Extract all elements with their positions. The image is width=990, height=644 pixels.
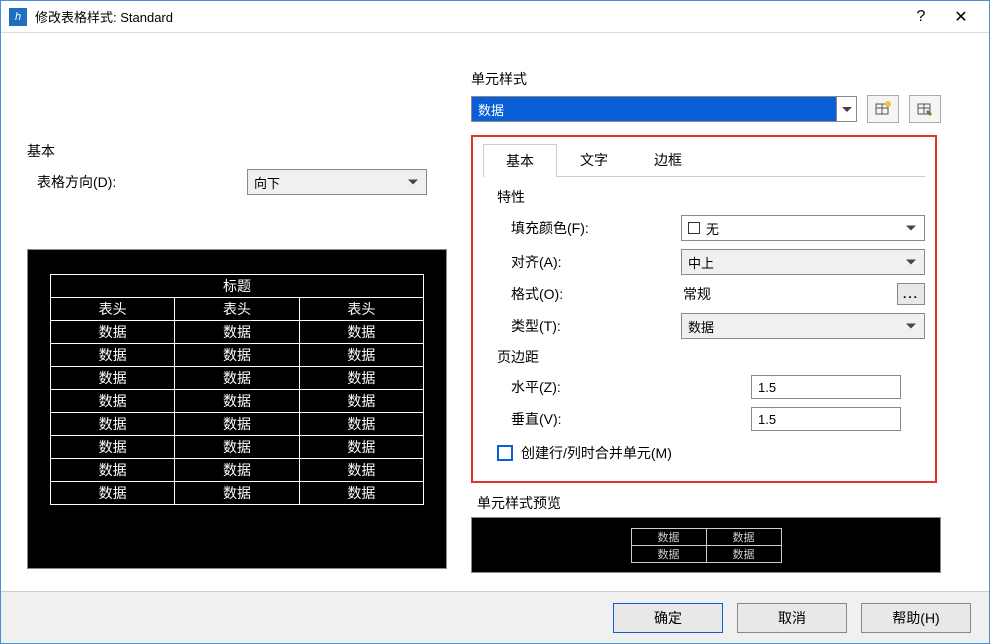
tab-border[interactable]: 边框: [631, 143, 705, 176]
preview-data-cell: 数据: [51, 344, 175, 367]
preview-title-cell: 标题: [51, 275, 424, 298]
table-direction-dropdown[interactable]: 向下: [247, 169, 427, 195]
cancel-button[interactable]: 取消: [737, 603, 847, 633]
preview-data-cell: 数据: [175, 390, 299, 413]
preview-data-cell: 数据: [51, 436, 175, 459]
preview-data-cell: 数据: [175, 436, 299, 459]
preview-header-cell: 表头: [299, 298, 423, 321]
close-button[interactable]: ✕: [941, 3, 981, 31]
cell-style-preview-label: 单元样式预览: [477, 493, 941, 513]
vertical-margin-label: 垂直(V):: [511, 409, 751, 429]
preview-data-cell: 数据: [299, 367, 423, 390]
table-new-icon: [874, 100, 892, 118]
app-icon: h: [9, 8, 27, 26]
format-more-button[interactable]: ...: [897, 283, 925, 305]
highlighted-frame: 基本 文字 边框 特性 填充颜色(F): 无 对齐(A): 中上: [471, 135, 937, 483]
cell-style-value: 数据: [478, 100, 504, 119]
preview-data-cell: 数据: [175, 459, 299, 482]
preview-data-cell: 数据: [51, 321, 175, 344]
preview2-cell: 数据: [706, 528, 781, 545]
table-direction-label: 表格方向(D):: [27, 172, 247, 192]
manage-cell-styles-button[interactable]: [909, 95, 941, 123]
preview-data-cell: 数据: [299, 390, 423, 413]
type-dropdown[interactable]: 数据: [681, 313, 925, 339]
preview2-cell: 数据: [706, 545, 781, 562]
preview-data-cell: 数据: [51, 390, 175, 413]
preview-data-cell: 数据: [175, 344, 299, 367]
dialog-footer: 确定 取消 帮助(H): [1, 591, 989, 643]
preview-data-cell: 数据: [175, 413, 299, 436]
preview-data-cell: 数据: [51, 482, 175, 505]
fill-color-label: 填充颜色(F):: [511, 218, 681, 238]
preview-data-cell: 数据: [299, 482, 423, 505]
color-swatch-none-icon: [688, 222, 700, 234]
preview-data-cell: 数据: [175, 482, 299, 505]
cell-style-preview-table: 数据数据 数据数据: [631, 528, 782, 563]
tab-bar: 基本 文字 边框: [483, 143, 925, 177]
format-value: 常规: [681, 284, 889, 304]
type-value: 数据: [688, 317, 714, 336]
cell-style-dropdown[interactable]: 数据: [471, 96, 857, 122]
preview-header-cell: 表头: [175, 298, 299, 321]
preview-header-cell: 表头: [51, 298, 175, 321]
help-button-footer[interactable]: 帮助(H): [861, 603, 971, 633]
table-direction-value: 向下: [254, 173, 280, 192]
preview2-cell: 数据: [631, 528, 706, 545]
fill-color-dropdown[interactable]: 无: [681, 215, 925, 241]
window-title: 修改表格样式: Standard: [35, 7, 901, 26]
style-preview-panel: 标题 表头 表头 表头 数据数据数据 数据数据数据 数据数据数据 数据数据数据 …: [27, 249, 447, 569]
new-cell-style-button[interactable]: [867, 95, 899, 123]
horizontal-margin-label: 水平(Z):: [511, 377, 751, 397]
merge-cells-label: 创建行/列时合并单元(M): [521, 443, 672, 463]
cell-style-preview-box: 数据数据 数据数据: [471, 517, 941, 573]
properties-group-label: 特性: [497, 187, 925, 207]
type-label: 类型(T):: [511, 316, 681, 336]
alignment-value: 中上: [688, 253, 714, 272]
margins-group-label: 页边距: [497, 347, 925, 367]
preview2-cell: 数据: [631, 545, 706, 562]
preview-data-cell: 数据: [299, 321, 423, 344]
preview-data-cell: 数据: [175, 367, 299, 390]
preview-data-cell: 数据: [299, 459, 423, 482]
preview-data-cell: 数据: [51, 459, 175, 482]
preview-data-cell: 数据: [299, 436, 423, 459]
preview-data-cell: 数据: [299, 413, 423, 436]
help-button[interactable]: ?: [901, 3, 941, 31]
title-bar: h 修改表格样式: Standard ? ✕: [1, 1, 989, 33]
alignment-label: 对齐(A):: [511, 252, 681, 272]
ok-button[interactable]: 确定: [613, 603, 723, 633]
alignment-dropdown[interactable]: 中上: [681, 249, 925, 275]
cell-style-section-label: 单元样式: [471, 69, 941, 89]
fill-color-value: 无: [706, 219, 719, 238]
merge-cells-checkbox[interactable]: [497, 445, 513, 461]
preview-data-cell: 数据: [51, 367, 175, 390]
preview-data-cell: 数据: [51, 413, 175, 436]
table-manage-icon: [916, 100, 934, 118]
dialog-window: h 修改表格样式: Standard ? ✕ 基本 表格方向(D): 向下 标题…: [0, 0, 990, 644]
horizontal-margin-input[interactable]: [751, 375, 901, 399]
preview-data-cell: 数据: [299, 344, 423, 367]
basic-section-label: 基本: [27, 141, 447, 161]
chevron-down-icon: [836, 97, 856, 121]
tab-text[interactable]: 文字: [557, 143, 631, 176]
merge-cells-checkbox-row[interactable]: 创建行/列时合并单元(M): [497, 443, 925, 463]
format-label: 格式(O):: [511, 284, 681, 304]
preview-table: 标题 表头 表头 表头 数据数据数据 数据数据数据 数据数据数据 数据数据数据 …: [50, 274, 424, 505]
vertical-margin-input[interactable]: [751, 407, 901, 431]
tab-basic[interactable]: 基本: [483, 144, 557, 177]
preview-data-cell: 数据: [175, 321, 299, 344]
